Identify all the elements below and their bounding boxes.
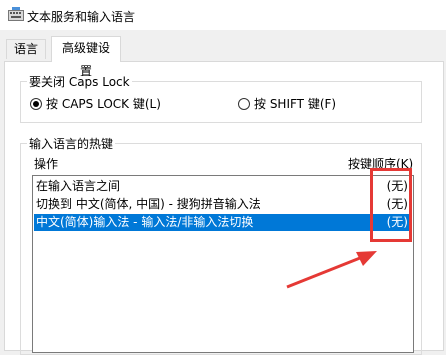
tab-advanced-key-settings[interactable]: 高级键设置 [51, 36, 121, 78]
